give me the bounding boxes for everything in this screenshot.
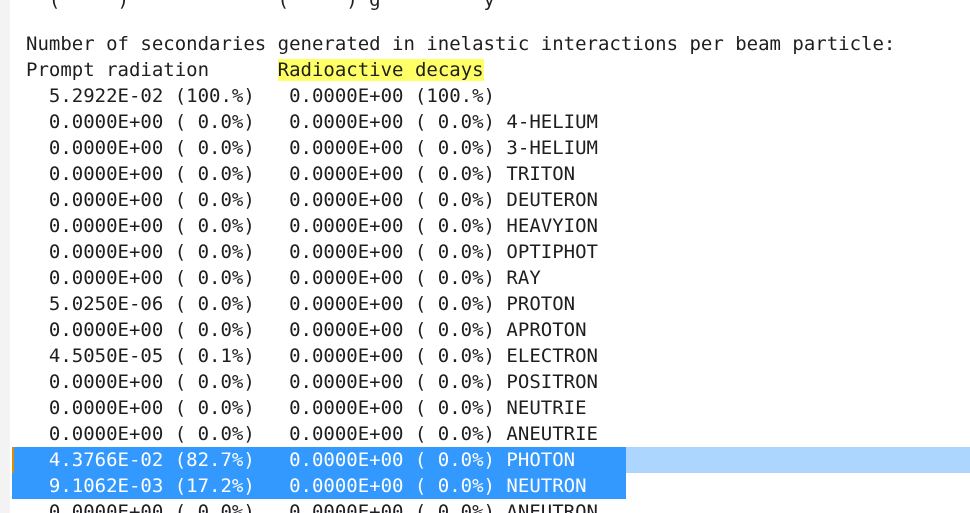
data-row-positron: 0.0000E+00 ( 0.0%) 0.0000E+00 ( 0.0%) PO… [26,371,598,393]
partial-top-line: ( ) ( ) g y [26,0,495,11]
text-caret [12,447,14,473]
data-row-3-helium: 0.0000E+00 ( 0.0%) 0.0000E+00 ( 0.0%) 3-… [26,137,598,159]
partial-bottom-line: 0.0000E+00 ( 0.0%) 0.0000E+00 ( 0.0%) AN… [26,501,598,513]
data-row-aneutrie: 0.0000E+00 ( 0.0%) 0.0000E+00 ( 0.0%) AN… [26,423,598,445]
data-row-proton: 5.0250E-06 ( 0.0%) 0.0000E+00 ( 0.0%) PR… [26,293,576,315]
selected-row-neutron: 9.1062E-03 (17.2%) 0.0000E+00 ( 0.0%) NE… [26,475,587,497]
selected-row-photon: 4.3766E-02 (82.7%) 0.0000E+00 ( 0.0%) PH… [26,449,576,471]
data-row-4-helium: 0.0000E+00 ( 0.0%) 0.0000E+00 ( 0.0%) 4-… [26,111,598,133]
editor-gutter [0,0,10,513]
search-match-highlight: Radioactive decays [277,59,484,81]
column-header-line: Prompt radiation Radioactive decays [26,57,484,83]
data-row-total: 5.2922E-02 (100.%) 0.0000E+00 (100.%) [26,85,495,107]
data-row-optiphot: 0.0000E+00 ( 0.0%) 0.0000E+00 ( 0.0%) OP… [26,241,598,263]
column-gap [209,59,278,81]
text-editor[interactable]: ( ) ( ) g y Number of secondaries genera… [0,0,970,513]
data-row-neutrie: 0.0000E+00 ( 0.0%) 0.0000E+00 ( 0.0%) NE… [26,397,587,419]
data-row-electron: 4.5050E-05 ( 0.1%) 0.0000E+00 ( 0.0%) EL… [26,345,598,367]
prompt-radiation-label: Prompt radiation [26,59,210,81]
data-row-ray: 0.0000E+00 ( 0.0%) 0.0000E+00 ( 0.0%) RA… [26,267,541,289]
data-row-triton: 0.0000E+00 ( 0.0%) 0.0000E+00 ( 0.0%) TR… [26,163,576,185]
data-row-aproton: 0.0000E+00 ( 0.0%) 0.0000E+00 ( 0.0%) AP… [26,319,587,341]
data-row-deuteron: 0.0000E+00 ( 0.0%) 0.0000E+00 ( 0.0%) DE… [26,189,598,211]
heading-line: Number of secondaries generated in inela… [26,33,896,55]
data-row-heavyion: 0.0000E+00 ( 0.0%) 0.0000E+00 ( 0.0%) HE… [26,215,598,237]
